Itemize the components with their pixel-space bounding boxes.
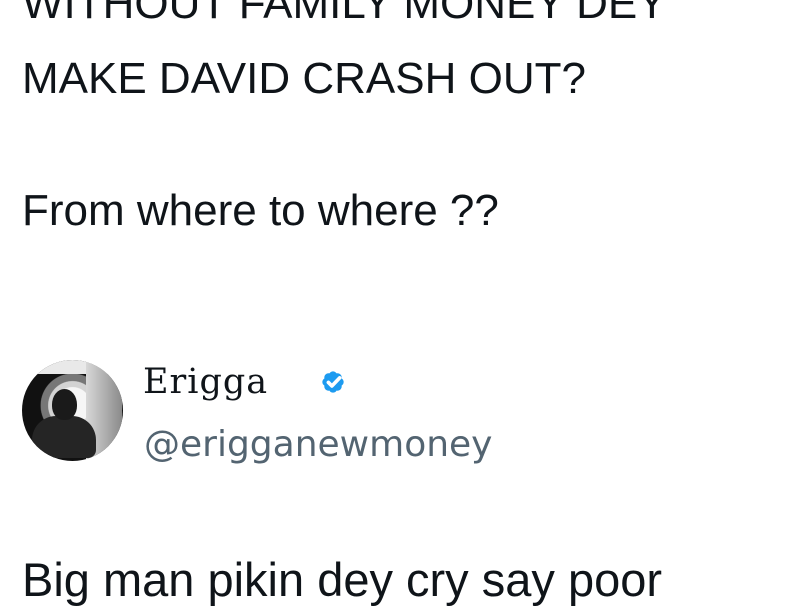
author-handle[interactable]: @erigganewmoney bbox=[144, 427, 493, 463]
avatar-person-body bbox=[32, 416, 96, 458]
avatar-person-head bbox=[52, 389, 77, 420]
author-display-name[interactable]: Erigga bbox=[143, 365, 268, 400]
verified-badge-icon bbox=[322, 371, 344, 393]
post-text-line-3: From where to where ?? bbox=[22, 186, 499, 235]
reply-text-line: Big man pikin dey cry say poor bbox=[22, 553, 663, 606]
post-text-line-2: MAKE DAVID CRASH OUT? bbox=[22, 54, 586, 103]
post-text-line-1: WITHOUT FAMILY MONEY DEY bbox=[22, 0, 667, 28]
author-avatar[interactable] bbox=[22, 360, 123, 461]
